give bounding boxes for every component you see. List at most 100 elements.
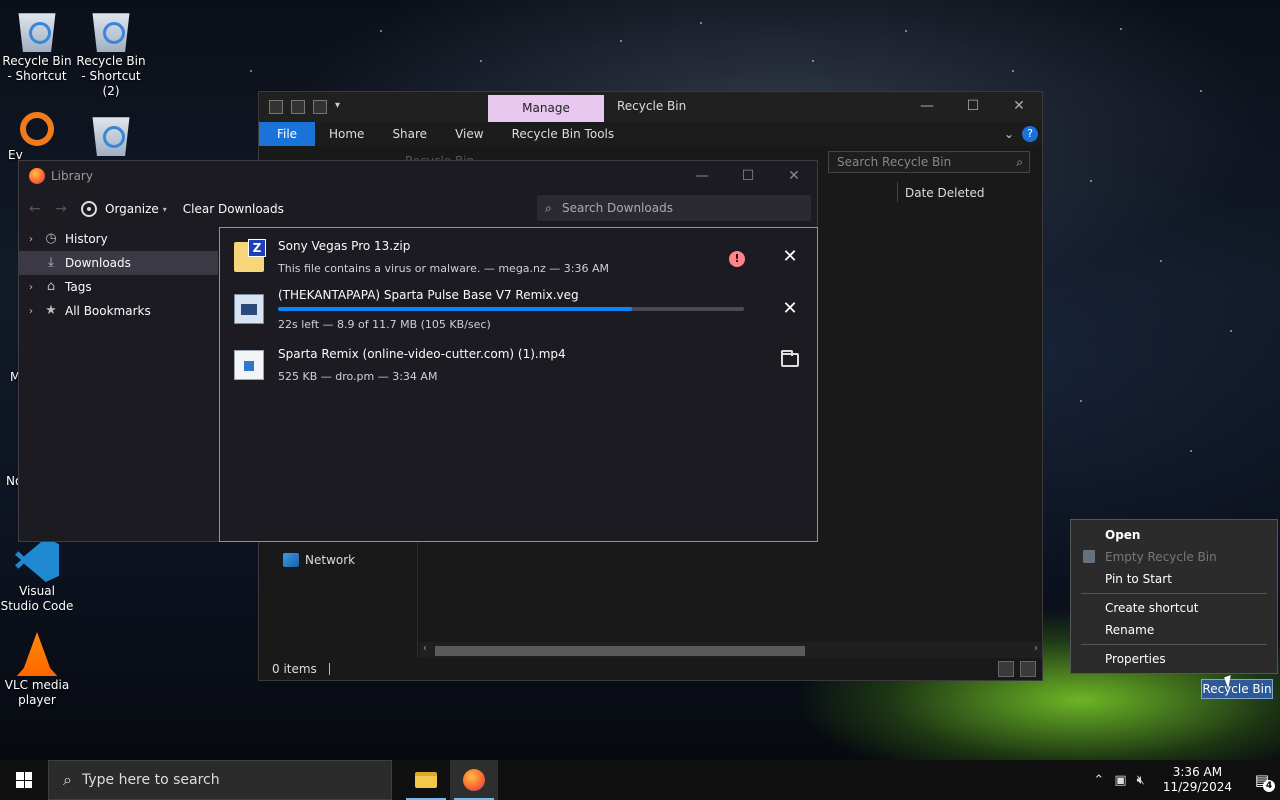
organize-label: Organize [105,202,159,216]
menu-item-create-shortcut[interactable]: Create shortcut [1071,597,1277,619]
download-progress-bar [278,307,744,311]
taskbar-file-explorer[interactable] [402,760,450,800]
organize-button[interactable]: Organize ▾ [81,201,167,217]
expand-arrow-icon[interactable]: › [19,234,43,245]
expand-ribbon-icon[interactable]: ⌄ [1004,127,1014,141]
sidebar-item-downloads[interactable]: ⤓ Downloads [19,251,218,275]
sidebar-item-tags[interactable]: › ⌂ Tags [19,275,218,299]
sidebar-item-label: Downloads [65,256,131,270]
action-center-button[interactable]: ▤ 4 [1250,768,1275,792]
recycle-bin-small-icon [269,100,283,114]
help-icon[interactable]: ? [1022,126,1038,142]
system-tray: ⌃ ▣ 🔇︎ 3:36 AM 11/29/2024 ▤ 4 [1093,765,1280,795]
volume-muted-icon[interactable]: 🔇︎ [1137,773,1145,788]
menu-item-properties[interactable]: Properties [1071,648,1277,670]
minimize-icon[interactable]: — [679,161,725,191]
download-status: 22s left — 8.9 of 11.7 MB (105 KB/sec) [278,318,491,331]
windows-logo-icon [16,772,32,788]
download-item[interactable]: Sparta Remix (online-video-cutter.com) (… [220,340,817,390]
search-downloads-placeholder: Search Downloads [562,201,673,215]
clear-downloads-button[interactable]: Clear Downloads [183,202,284,216]
desktop-icon-recycle-bin-shortcut-2[interactable]: Recycle Bin - Shortcut (2) [74,8,148,99]
taskbar-firefox[interactable] [450,760,498,800]
desktop-icon-visual-studio-code[interactable]: Visual Studio Code [0,538,74,614]
download-item[interactable]: Sony Vegas Pro 13.zip This file contains… [220,232,817,282]
ribbon-tab-view[interactable]: View [441,122,497,146]
downloads-list: Sony Vegas Pro 13.zip This file contains… [219,227,818,542]
start-button[interactable] [0,760,48,800]
explorer-window-controls: — ☐ ✕ [904,92,1042,122]
menu-item-rename[interactable]: Rename [1071,619,1277,641]
library-title: Library [51,169,93,183]
desktop-icon-vlc[interactable]: VLC media player [0,632,74,708]
open-folder-icon[interactable] [781,350,799,367]
ribbon-tab-home[interactable]: Home [315,122,378,146]
back-arrow-icon[interactable]: ← [29,201,45,217]
desktop-icon-label: Recycle Bin - Shortcut [2,54,72,83]
system-clock[interactable]: 3:36 AM 11/29/2024 [1155,765,1240,795]
sidebar-item-label: History [65,232,108,246]
column-separator[interactable] [897,182,898,202]
menu-item-pin-to-start[interactable]: Pin to Start [1071,568,1277,590]
explorer-status-bar: 0 items [259,658,1042,680]
ribbon-tab-share[interactable]: Share [378,122,441,146]
remove-download-button[interactable]: ✕ [779,246,801,268]
desktop-icon-partial-no[interactable]: No [0,430,22,489]
taskbar-search-box[interactable]: ⌕ Type here to search [48,760,392,800]
maximize-icon[interactable]: ☐ [725,161,771,191]
ribbon-tab-file[interactable]: File [259,122,315,146]
minimize-icon[interactable]: — [904,92,950,122]
recycle-bin-icon [1083,550,1095,563]
search-icon: ⌕ [63,770,72,789]
chevron-down-icon: ▾ [162,204,167,214]
search-downloads-input[interactable]: ⌕ Search Downloads [537,195,811,221]
desktop-icon-recycle-bin-shortcut[interactable]: Recycle Bin - Shortcut [0,8,74,84]
scroll-right-icon[interactable]: › [1034,643,1038,654]
menu-separator [1081,644,1267,645]
ribbon-tab-recycle-bin-tools[interactable]: Recycle Bin Tools [498,122,629,146]
explorer-titlebar[interactable]: ▾ Manage Recycle Bin — ☐ ✕ [259,92,1042,122]
sidebar-item-all-bookmarks[interactable]: › ★ All Bookmarks [19,299,218,323]
desktop-icon-everything[interactable]: Ev [0,112,74,163]
cancel-download-button[interactable]: ✕ [779,298,801,320]
maximize-icon[interactable]: ☐ [950,92,996,122]
file-explorer-icon [415,772,437,788]
large-icons-view-icon[interactable] [1020,661,1036,677]
firefox-library-window[interactable]: Library — ☐ ✕ ← → Organize ▾ Clear Downl… [18,160,818,542]
zip-file-icon [234,239,266,272]
nav-item-network[interactable]: Network [283,553,355,567]
properties-icon[interactable] [291,100,305,114]
chevron-down-icon[interactable]: ▾ [335,100,349,114]
details-view-icon[interactable] [998,661,1014,677]
star-icon: ★ [45,303,57,318]
download-status: This file contains a virus or malware. —… [278,262,609,275]
close-icon[interactable]: ✕ [771,161,817,191]
menu-item-empty-recycle-bin[interactable]: Empty Recycle Bin [1071,546,1277,568]
manage-tab[interactable]: Manage [488,95,604,122]
forward-arrow-icon[interactable]: → [55,201,71,217]
expand-arrow-icon[interactable]: › [19,282,43,293]
scroll-left-icon[interactable]: ‹ [423,643,427,654]
expand-arrow-icon[interactable]: › [19,306,43,317]
column-header-date-deleted[interactable]: Date Deleted [905,186,985,200]
gear-icon [81,201,97,217]
desktop-icon-label: Visual Studio Code [0,584,74,613]
horizontal-scrollbar[interactable]: ‹ › [419,642,1042,659]
desktop-icon-partial-m[interactable]: M [0,330,20,385]
recycle-bin-icon [18,13,56,52]
chevron-up-icon[interactable]: ⌃ [1093,773,1104,788]
explorer-search-input[interactable]: Search Recycle Bin ⌕ [828,151,1030,173]
desktop-icon-recycle-bin-3[interactable] [74,112,148,158]
network-status-icon[interactable]: ▣ [1114,773,1126,788]
sidebar-item-history[interactable]: › ◷ History [19,227,218,251]
close-icon[interactable]: ✕ [996,92,1042,122]
download-filename: (THEKANTAPAPA) Sparta Pulse Base V7 Remi… [278,288,579,302]
explorer-search-placeholder: Search Recycle Bin [837,155,952,169]
download-progress-fill [278,307,633,311]
new-folder-icon[interactable] [313,100,327,114]
scrollbar-thumb[interactable] [435,646,805,656]
network-icon [283,553,299,567]
selected-desktop-icon-label[interactable]: Recycle Bin [1201,679,1273,699]
menu-item-open[interactable]: Open [1071,524,1277,546]
nav-item-label: Network [305,553,356,567]
